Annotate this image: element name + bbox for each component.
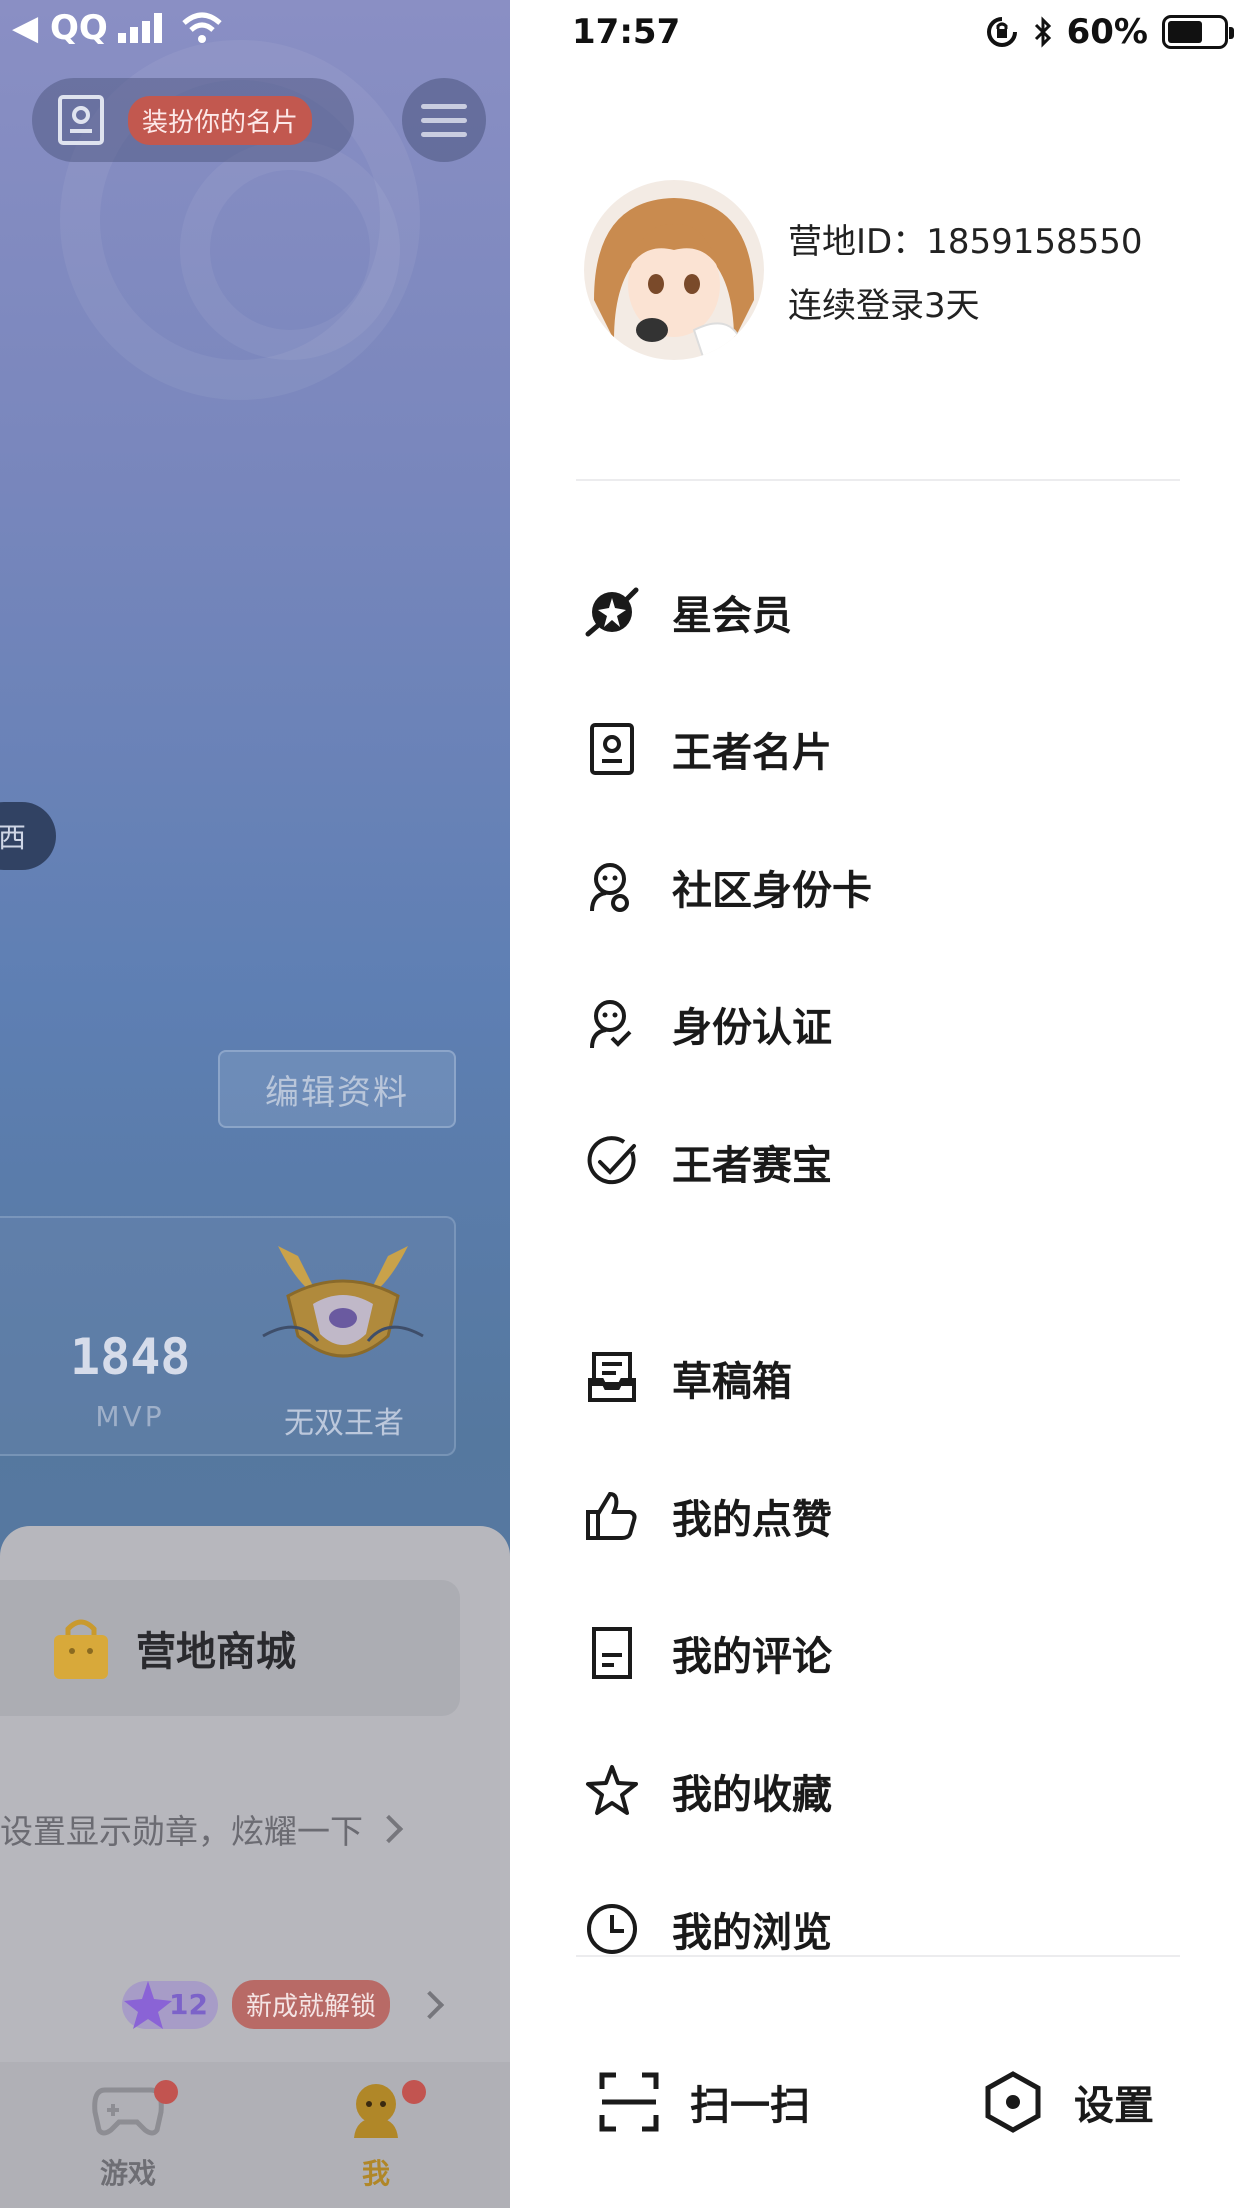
menu-item-community-id[interactable]: 社区身份卡: [584, 847, 872, 927]
divider: [576, 1955, 1180, 1957]
chevron-right-icon: [374, 1814, 404, 1844]
user-id: 营地ID：1859158550: [788, 222, 1143, 262]
menu-item-my-likes[interactable]: 我的点赞: [584, 1476, 832, 1556]
bottom-tab-bar: 游戏 我: [0, 2062, 510, 2208]
menu-item-label: 我的点赞: [672, 1497, 832, 1543]
notification-dot: [154, 2080, 178, 2104]
chevron-right-icon: [415, 1990, 445, 2019]
avatar[interactable]: [584, 180, 764, 360]
menu-item-label: 草稿箱: [672, 1359, 792, 1405]
side-drawer: 17:57 60% 营地ID：1859158550 连续登录3天 星会员 王者名…: [510, 0, 1242, 2208]
edit-profile-button[interactable]: 编辑资料: [218, 1050, 456, 1128]
shopping-bag-icon: [54, 1619, 108, 1679]
bluetooth-icon: [1034, 16, 1051, 48]
achievement-count: 12: [169, 1988, 208, 2021]
community-id-icon: [590, 863, 629, 912]
menu-item-label: 我的评论: [672, 1634, 832, 1680]
menu-button[interactable]: [402, 78, 486, 162]
decorate-card-label: 装扮你的名片: [128, 95, 313, 145]
menu-item-my-history[interactable]: 我的浏览: [584, 1889, 832, 1969]
menu-line: [421, 131, 467, 137]
verify-identity-icon: [590, 1000, 632, 1049]
drafts-icon: [588, 1352, 636, 1402]
menu-item-label: 王者赛宝: [672, 1143, 832, 1189]
profile-mascot-icon: [354, 2084, 398, 2138]
comment-doc-icon: [592, 1627, 632, 1679]
camp-shop-button[interactable]: 营地商城: [0, 1580, 460, 1716]
battery-icon: [1162, 15, 1234, 49]
scan-label: 扫一扫: [690, 2083, 810, 2129]
id-card-icon: [58, 95, 104, 145]
menu-item-label: 我的收藏: [672, 1772, 832, 1818]
decorative-ring: [180, 140, 400, 360]
signal-icon: [117, 13, 162, 43]
medal-prompt: 设置显示勋章，炫耀一下: [0, 1812, 363, 1851]
carrier-label: ◀ QQ: [12, 8, 108, 48]
menu-item-drafts[interactable]: 草稿箱: [584, 1338, 792, 1418]
star-outline-icon: [586, 1765, 638, 1815]
menu-item-king-match[interactable]: 王者赛宝: [584, 1122, 832, 1202]
menu-item-label: 社区身份卡: [672, 868, 872, 914]
tab-games[interactable]: 游戏: [68, 2080, 188, 2192]
edit-profile-label: 编辑资料: [265, 1072, 409, 1113]
menu-item-my-comments[interactable]: 我的评论: [584, 1613, 832, 1693]
settings-button[interactable]: 设置: [982, 2062, 1154, 2142]
divider: [576, 479, 1180, 481]
menu-item-label: 身份认证: [672, 1005, 832, 1051]
menu-item-star-member[interactable]: 星会员: [584, 572, 792, 652]
menu-item-king-card[interactable]: 王者名片: [584, 709, 832, 789]
check-circle-icon: [587, 1136, 636, 1185]
achievement-row[interactable]: 12 新成就解锁: [122, 1980, 445, 2029]
mvp-count: 1848: [70, 1328, 191, 1386]
rank-emblem-icon: [262, 1246, 424, 1358]
menu-item-verify-identity[interactable]: 身份认证: [584, 984, 832, 1064]
id-card-icon: [590, 723, 634, 775]
avatar-image: [584, 180, 764, 360]
side-chip-label: 西: [0, 821, 26, 854]
status-carrier: ◀ QQ: [12, 8, 224, 48]
camp-shop-label: 营地商城: [136, 1629, 296, 1675]
scan-icon: [599, 2072, 659, 2132]
settings-label: 设置: [1074, 2083, 1154, 2129]
tab-me[interactable]: 我: [316, 2080, 436, 2192]
achievement-star-icon: [124, 1980, 172, 2029]
menu-line: [421, 103, 467, 109]
background-profile-page: ◀ QQ 装扮你的名片 西 编辑资料 1848 MVP 无双王者 营地商城 设置…: [0, 0, 510, 2208]
menu-item-label: 我的浏览: [672, 1910, 832, 1956]
login-streak: 连续登录3天: [788, 286, 980, 326]
status-icons: 60%: [985, 12, 1234, 52]
battery-fill: [1168, 21, 1202, 43]
clock-icon: [587, 1904, 637, 1954]
decorate-card-button[interactable]: 装扮你的名片: [32, 78, 354, 162]
settings-hex-icon: [985, 2071, 1041, 2133]
scan-button[interactable]: 扫一扫: [598, 2062, 810, 2142]
mvp-label: MVP: [95, 1400, 165, 1433]
achievement-counter: 12: [122, 1980, 218, 2029]
new-achievement-badge: 新成就解锁: [232, 1980, 391, 2029]
battery-percent: 60%: [1066, 12, 1148, 52]
menu-item-my-favorites[interactable]: 我的收藏: [584, 1751, 832, 1831]
menu-line: [421, 117, 467, 123]
side-chip[interactable]: 西: [0, 802, 56, 870]
star-member-icon: [585, 587, 639, 637]
status-bar: 17:57 60%: [572, 6, 1234, 58]
rank-label: 无双王者: [284, 1406, 404, 1441]
notification-dot: [402, 2080, 426, 2104]
menu-item-label: 王者名片: [672, 730, 832, 776]
thumbs-up-icon: [586, 1491, 637, 1540]
status-time: 17:57: [572, 12, 681, 52]
wifi-icon: [182, 12, 222, 43]
rotation-lock-icon: [986, 17, 1017, 47]
menu-item-label: 星会员: [672, 593, 792, 639]
tab-games-label: 游戏: [99, 2157, 156, 2190]
tab-me-label: 我: [361, 2157, 390, 2190]
medal-settings-row[interactable]: 设置显示勋章，炫耀一下: [0, 1805, 470, 1853]
